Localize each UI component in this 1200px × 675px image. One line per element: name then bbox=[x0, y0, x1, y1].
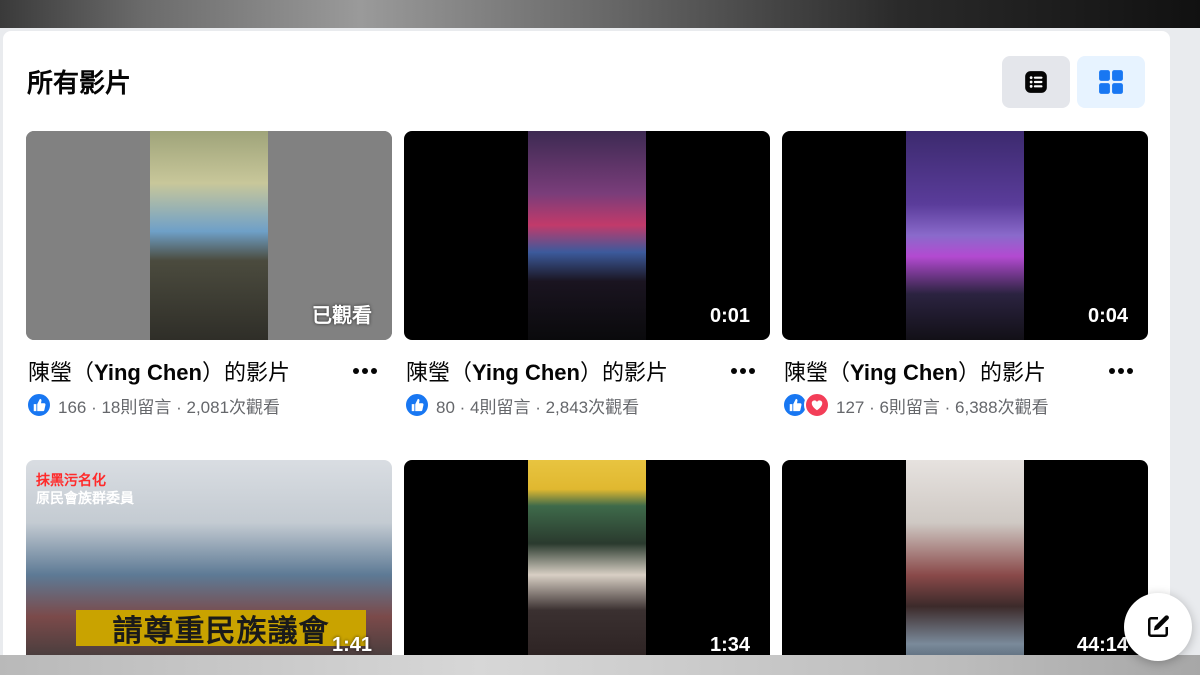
video-card[interactable]: 0:01 陳瑩（Ying Chen）的影片 80 · 4則留言 · 2,843次… bbox=[404, 131, 770, 421]
all-videos-panel: 所有影片 已觀看 陳瑩（Ying Chen）的影片 166 · 18則留言 · … bbox=[3, 31, 1170, 671]
more-horizontal-icon bbox=[1109, 368, 1133, 374]
duration-badge: 0:01 bbox=[709, 305, 750, 327]
video-thumbnail[interactable]: 已觀看 bbox=[26, 131, 392, 340]
video-stats: 166 · 18則留言 · 2,081次觀看 bbox=[26, 391, 280, 419]
list-view-button[interactable] bbox=[1002, 56, 1070, 108]
grid-icon bbox=[1099, 70, 1123, 94]
video-thumbnail[interactable]: 0:01 bbox=[404, 131, 770, 340]
overlay-text: 抹黑污名化 bbox=[36, 472, 106, 488]
compose-icon bbox=[1148, 615, 1169, 637]
page-gutter bbox=[1170, 28, 1200, 655]
heart-icon bbox=[811, 400, 823, 411]
bottom-strip bbox=[0, 655, 1200, 675]
duration-badge: 1:41 bbox=[331, 634, 372, 656]
watched-badge: 已觀看 bbox=[312, 305, 372, 327]
background-video-strip bbox=[0, 0, 1200, 28]
video-thumbnail[interactable]: 44:14 bbox=[782, 460, 1148, 669]
grid-view-button[interactable] bbox=[1077, 56, 1145, 108]
video-thumbnail[interactable]: 抹黑污名化 原民會族群委員 請尊重民族議會 1:41 bbox=[26, 460, 392, 669]
like-reaction[interactable] bbox=[26, 392, 52, 418]
video-card[interactable]: 已觀看 陳瑩（Ying Chen）的影片 166 · 18則留言 · 2,081… bbox=[26, 131, 392, 421]
list-icon bbox=[1025, 71, 1047, 93]
like-reaction[interactable] bbox=[404, 392, 430, 418]
love-reaction[interactable] bbox=[804, 392, 830, 418]
video-thumbnail[interactable]: 0:04 bbox=[782, 131, 1148, 340]
video-stats: 127 · 6則留言 · 6,388次觀看 bbox=[782, 391, 1049, 419]
video-title[interactable]: 陳瑩（Ying Chen）的影片 bbox=[784, 355, 1094, 387]
video-card[interactable]: 44:14 bbox=[782, 460, 1148, 669]
new-post-button[interactable] bbox=[1124, 593, 1192, 661]
more-horizontal-icon bbox=[731, 368, 755, 374]
video-card[interactable]: 抹黑污名化 原民會族群委員 請尊重民族議會 1:41 bbox=[26, 460, 392, 669]
stats-text: 127 · 6則留言 · 6,388次觀看 bbox=[836, 397, 1049, 417]
video-stats: 80 · 4則留言 · 2,843次觀看 bbox=[404, 391, 639, 419]
duration-badge: 1:34 bbox=[709, 634, 750, 656]
video-card[interactable]: 0:04 陳瑩（Ying Chen）的影片 127 · 6則留言 · 6,388… bbox=[782, 131, 1148, 421]
stats-text: 80 · 4則留言 · 2,843次觀看 bbox=[436, 397, 640, 417]
video-title[interactable]: 陳瑩（Ying Chen）的影片 bbox=[28, 355, 338, 387]
overlay-caption: 請尊重民族議會 bbox=[76, 610, 366, 648]
thumbs-up-icon bbox=[411, 398, 424, 412]
more-horizontal-icon bbox=[353, 368, 377, 374]
overlay-text: 原民會族群委員 bbox=[36, 490, 134, 506]
more-options-button[interactable] bbox=[348, 357, 382, 385]
more-options-button[interactable] bbox=[1104, 357, 1138, 385]
video-thumbnail[interactable]: 1:34 bbox=[404, 460, 770, 669]
video-card[interactable]: 1:34 bbox=[404, 460, 770, 669]
more-options-button[interactable] bbox=[726, 357, 760, 385]
duration-badge: 44:14 bbox=[1076, 634, 1128, 656]
page-title: 所有影片 bbox=[27, 68, 132, 98]
stats-text: 166 · 18則留言 · 2,081次觀看 bbox=[58, 397, 281, 417]
video-title[interactable]: 陳瑩（Ying Chen）的影片 bbox=[406, 355, 716, 387]
thumbs-up-icon bbox=[33, 398, 46, 412]
thumbs-up-icon bbox=[789, 398, 802, 412]
duration-badge: 0:04 bbox=[1087, 305, 1128, 327]
